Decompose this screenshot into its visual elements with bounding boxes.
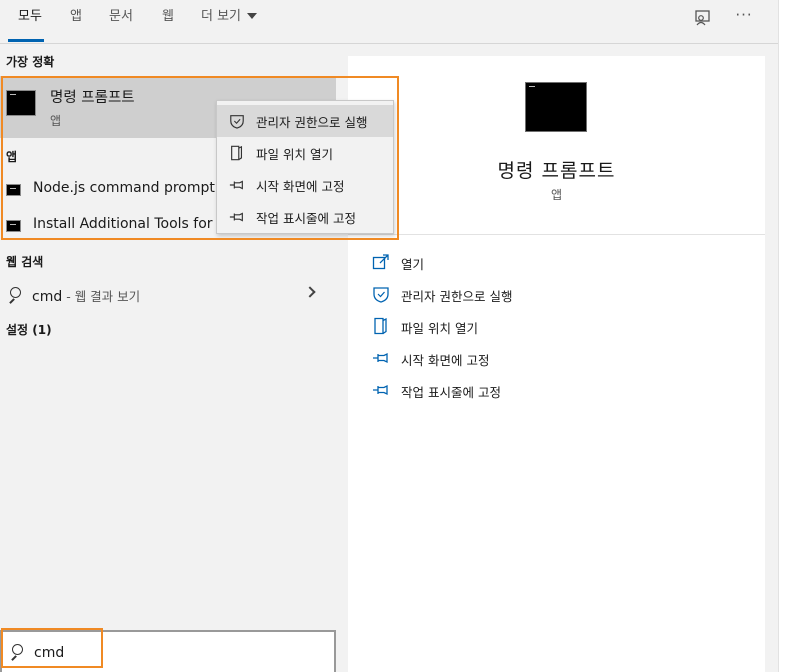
section-web-search: 웹 검색 (6, 255, 44, 269)
context-open-file-location[interactable]: 파일 위치 열기 (217, 137, 393, 169)
context-pin-to-taskbar-label: 작업 표시줄에 고정 (256, 211, 356, 226)
action-open-label: 열기 (401, 257, 425, 272)
preview-app-icon (525, 82, 587, 132)
action-pin-to-start[interactable]: 시작 화면에 고정 (372, 346, 762, 372)
best-match-subtitle: 앱 (50, 114, 62, 128)
action-open-file-location-label: 파일 위치 열기 (401, 321, 478, 336)
pin-icon (229, 180, 243, 190)
action-open-file-location[interactable]: 파일 위치 열기 (372, 314, 762, 340)
search-box[interactable]: cmd (0, 630, 336, 672)
best-match-title: 명령 프롬프트 (50, 90, 135, 106)
context-menu: 관리자 권한으로 실행 파일 위치 열기 시작 화면에 고정 작업 표시줄에 고… (216, 100, 394, 234)
file-location-icon (374, 317, 387, 335)
context-run-as-admin-label: 관리자 권한으로 실행 (256, 115, 368, 130)
web-search-query: cmd (32, 289, 63, 305)
pin-icon (229, 212, 243, 222)
action-pin-to-start-label: 시작 화면에 고정 (401, 353, 490, 368)
background-edge (778, 0, 789, 672)
tab-apps[interactable]: 앱 (70, 9, 82, 31)
preview-title: 명령 프롬프트 (497, 160, 616, 182)
section-best-match: 가장 정확 (6, 55, 55, 69)
file-location-icon (231, 145, 243, 161)
context-run-as-admin[interactable]: 관리자 권한으로 실행 (217, 105, 393, 137)
tab-more[interactable]: 더 보기 (201, 9, 258, 31)
section-settings[interactable]: 설정 (1) (6, 321, 52, 338)
tab-documents[interactable]: 문서 (109, 9, 133, 31)
web-search-suffix: - 웹 결과 보기 (62, 289, 141, 304)
context-open-file-location-label: 파일 위치 열기 (256, 147, 333, 162)
more-options-icon[interactable]: ··· (733, 5, 755, 27)
tab-all[interactable]: 모두 (18, 9, 42, 31)
search-input[interactable]: cmd (34, 645, 64, 661)
preview-divider (348, 234, 765, 235)
pin-icon (373, 352, 388, 364)
context-pin-to-start[interactable]: 시작 화면에 고정 (217, 169, 393, 201)
search-icon (6, 287, 22, 303)
tab-more-label: 더 보기 (201, 9, 242, 24)
shield-icon (230, 115, 244, 129)
search-icon (8, 644, 24, 660)
web-search-item[interactable]: cmd - 웹 결과 보기 (0, 281, 336, 309)
nodejs-app-icon (6, 184, 21, 196)
action-run-as-admin-label: 관리자 권한으로 실행 (401, 289, 513, 304)
feedback-icon[interactable] (692, 8, 714, 30)
context-pin-to-start-label: 시작 화면에 고정 (256, 179, 345, 194)
cmd-app-icon (6, 90, 36, 116)
open-icon (372, 254, 389, 270)
action-open[interactable]: 열기 (372, 250, 762, 276)
shield-icon (373, 287, 389, 303)
action-pin-to-taskbar-label: 작업 표시줄에 고정 (401, 385, 501, 400)
action-pin-to-taskbar[interactable]: 작업 표시줄에 고정 (372, 378, 762, 404)
search-tab-bar: 모두 앱 문서 웹 더 보기 ··· (0, 0, 778, 44)
active-tab-indicator (8, 39, 44, 42)
context-pin-to-taskbar[interactable]: 작업 표시줄에 고정 (217, 201, 393, 233)
preview-subtitle: 앱 (550, 188, 563, 202)
section-apps: 앱 (6, 150, 18, 164)
pin-icon (373, 384, 388, 396)
action-run-as-admin[interactable]: 관리자 권한으로 실행 (372, 282, 762, 308)
tab-web[interactable]: 웹 (162, 9, 174, 31)
install-tools-app-icon (6, 220, 21, 232)
app-result-label: Node.js command prompt (33, 180, 215, 196)
chevron-down-icon (247, 12, 258, 19)
